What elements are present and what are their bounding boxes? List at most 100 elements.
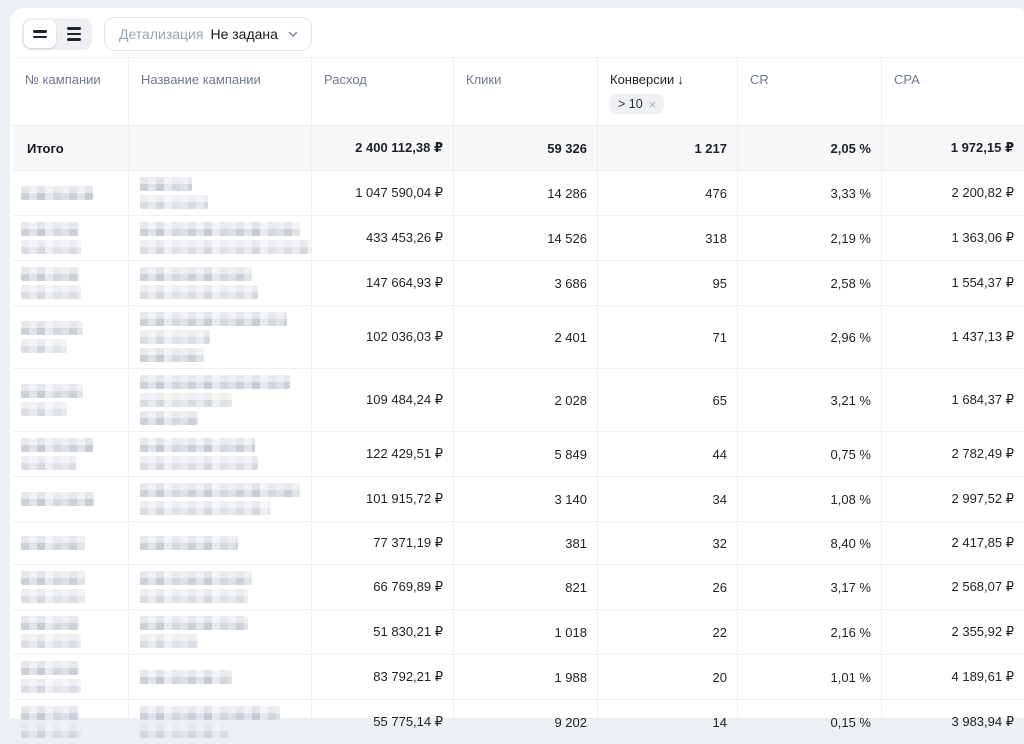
redacted-text (140, 312, 287, 326)
spend-cell: 77 371,19 ₽ (311, 522, 453, 564)
redacted-text (140, 411, 198, 425)
clicks-cell: 3 686 (453, 261, 597, 305)
redacted-text (140, 267, 252, 281)
header-campaign-id[interactable]: № кампании (13, 58, 128, 125)
cpa-cell: 2 355,92 ₽ (881, 610, 1024, 654)
clicks-cell: 2 028 (453, 369, 597, 431)
redacted-text (140, 589, 248, 603)
header-cr[interactable]: CR (737, 58, 881, 125)
campaign-name-cell (128, 655, 311, 699)
redacted-text (21, 339, 67, 353)
spend-cell: 102 036,03 ₽ (311, 306, 453, 368)
spend-cell: 109 484,24 ₽ (311, 369, 453, 431)
redacted-text (140, 375, 290, 389)
chevron-down-icon (287, 28, 299, 40)
clicks-cell: 14 286 (453, 171, 597, 215)
redacted-text (140, 501, 270, 515)
redacted-text (21, 724, 81, 738)
detail-dropdown-value: Не задана (210, 26, 277, 42)
campaign-name-cell (128, 432, 311, 476)
totals-conversions: 1 217 (597, 126, 737, 170)
spend-cell: 147 664,93 ₽ (311, 261, 453, 305)
redacted-text (21, 661, 79, 675)
redacted-text (21, 240, 81, 254)
table-row: 77 371,19 ₽ 381 32 8,40 % 2 417,85 ₽ (13, 522, 1024, 565)
cr-cell: 3,33 % (737, 171, 881, 215)
redacted-text (21, 492, 95, 506)
campaign-id-cell (13, 216, 128, 260)
spend-cell: 55 775,14 ₽ (311, 700, 453, 744)
redacted-text (140, 240, 312, 254)
two-lines-icon (33, 30, 47, 38)
cr-cell: 0,75 % (737, 432, 881, 476)
spend-cell: 433 453,26 ₽ (311, 216, 453, 260)
cr-cell: 2,96 % (737, 306, 881, 368)
redacted-text (140, 483, 300, 497)
redacted-text (140, 456, 258, 470)
cpa-cell: 1 363,06 ₽ (881, 216, 1024, 260)
redacted-text (140, 616, 248, 630)
conversions-cell: 95 (597, 261, 737, 305)
campaign-name-cell (128, 261, 311, 305)
cpa-cell: 2 997,52 ₽ (881, 477, 1024, 521)
campaign-name-cell (128, 565, 311, 609)
toolbar: Детализация Не задана (10, 8, 1024, 57)
conversions-cell: 34 (597, 477, 737, 521)
spend-cell: 83 792,21 ₽ (311, 655, 453, 699)
header-cpa[interactable]: CPA (881, 58, 1024, 125)
cpa-cell: 2 200,82 ₽ (881, 171, 1024, 215)
header-spend[interactable]: Расход (311, 58, 453, 125)
cpa-cell: 1 684,37 ₽ (881, 369, 1024, 431)
campaign-name-cell (128, 306, 311, 368)
table-row: 102 036,03 ₽ 2 401 71 2,96 % 1 437,13 ₽ (13, 306, 1024, 369)
redacted-text (21, 589, 85, 603)
cr-cell: 1,01 % (737, 655, 881, 699)
table-row: 55 775,14 ₽ 9 202 14 0,15 % 3 983,94 ₽ (13, 700, 1024, 744)
spend-cell: 122 429,51 ₽ (311, 432, 453, 476)
header-conversions[interactable]: Конверсии↓ > 10 × (597, 58, 737, 125)
table-row: 433 453,26 ₽ 14 526 318 2,19 % 1 363,06 … (13, 216, 1024, 261)
cr-cell: 3,21 % (737, 369, 881, 431)
filter-chip-close-icon[interactable]: × (649, 98, 657, 111)
campaign-name-cell (128, 369, 311, 431)
table-row: 66 769,89 ₽ 821 26 3,17 % 2 568,07 ₽ (13, 565, 1024, 610)
view-detailed-button[interactable] (58, 20, 90, 48)
cpa-cell: 2 568,07 ₽ (881, 565, 1024, 609)
clicks-cell: 9 202 (453, 700, 597, 744)
clicks-cell: 14 526 (453, 216, 597, 260)
redacted-text (140, 330, 210, 344)
totals-row: Итого 2 400 112,38 ₽ 59 326 1 217 2,05 %… (13, 126, 1024, 171)
cpa-cell: 4 189,61 ₽ (881, 655, 1024, 699)
redacted-text (140, 536, 238, 550)
clicks-cell: 1 988 (453, 655, 597, 699)
conversions-cell: 476 (597, 171, 737, 215)
redacted-text (140, 177, 192, 191)
view-compact-button[interactable] (24, 20, 56, 48)
redacted-text (140, 393, 232, 407)
redacted-text (140, 571, 252, 585)
campaign-id-cell (13, 610, 128, 654)
campaign-id-cell (13, 432, 128, 476)
redacted-text (21, 456, 76, 470)
cr-cell: 3,17 % (737, 565, 881, 609)
conversions-cell: 65 (597, 369, 737, 431)
header-clicks[interactable]: Клики (453, 58, 597, 125)
redacted-text (21, 384, 83, 398)
redacted-text (140, 634, 198, 648)
redacted-text (21, 571, 85, 585)
redacted-text (21, 402, 67, 416)
conversions-cell: 22 (597, 610, 737, 654)
campaign-id-cell (13, 171, 128, 215)
header-campaign-name[interactable]: Название кампании (128, 58, 311, 125)
cpa-cell: 2 782,49 ₽ (881, 432, 1024, 476)
redacted-text (21, 222, 79, 236)
totals-clicks: 59 326 (453, 126, 597, 170)
redacted-text (21, 616, 79, 630)
conversions-filter-chip[interactable]: > 10 × (610, 94, 664, 114)
detail-dropdown[interactable]: Детализация Не задана (104, 17, 312, 51)
totals-label: Итого (13, 126, 128, 170)
redacted-text (140, 348, 204, 362)
redacted-text (21, 679, 81, 693)
campaign-table: № кампании Название кампании Расход Клик… (13, 57, 1024, 744)
table-row: 83 792,21 ₽ 1 988 20 1,01 % 4 189,61 ₽ (13, 655, 1024, 700)
